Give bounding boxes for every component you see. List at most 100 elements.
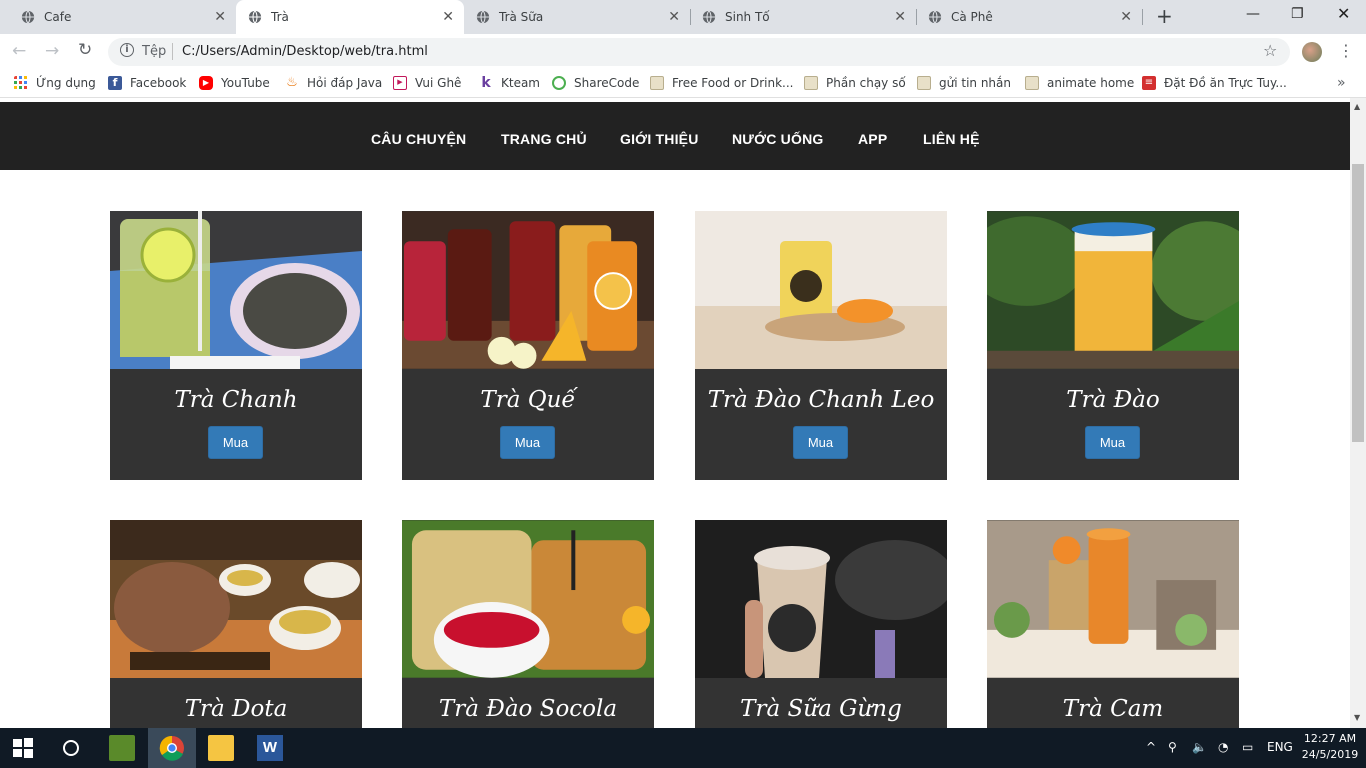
nav-gioi-thieu[interactable]: GIỚI THIỆU xyxy=(620,131,699,147)
back-button[interactable]: ← xyxy=(12,41,26,61)
product-photo xyxy=(695,211,947,369)
bookmark-label: Free Food or Drink... xyxy=(672,76,794,90)
product-name: Trà Chanh xyxy=(174,387,298,413)
restore-button[interactable]: ❐ xyxy=(1291,6,1304,22)
nav-lien-he[interactable]: LIÊN HỆ xyxy=(923,131,980,147)
clock-date: 24/5/2019 xyxy=(1301,748,1359,761)
bookmark-apps[interactable]: Ứng dụng xyxy=(14,76,96,90)
bookmark-label: YouTube xyxy=(221,76,270,90)
page-viewport: CÂU CHUYỆN TRANG CHỦ GIỚI THIỆU NƯỚC UỐN… xyxy=(0,98,1350,728)
scrollbar-thumb[interactable] xyxy=(1352,164,1364,442)
close-window-button[interactable]: ✕ xyxy=(1337,4,1350,23)
info-icon[interactable]: i xyxy=(120,43,134,57)
bookmark-label: Facebook xyxy=(130,76,187,90)
product-card-tra-que: Trà Quế Mua xyxy=(402,211,654,480)
nav-nuoc-uong[interactable]: NƯỚC UỐNG xyxy=(732,131,823,147)
close-icon[interactable]: ✕ xyxy=(214,9,226,25)
folder-icon xyxy=(804,76,818,90)
bookmark-phan-chay-so[interactable]: Phần chạy số xyxy=(804,76,906,90)
bookmark-star-icon[interactable]: ☆ xyxy=(1263,41,1277,60)
tab-title: Cafe xyxy=(44,10,72,24)
browser-menu-icon[interactable]: ⋮ xyxy=(1338,41,1354,60)
profile-avatar[interactable] xyxy=(1302,42,1322,62)
buy-button[interactable]: Mua xyxy=(1085,426,1140,459)
clock[interactable]: 12:27 AM 24/5/2019 xyxy=(1300,731,1360,763)
file-explorer-icon[interactable] xyxy=(208,735,234,761)
product-card-tra-chanh: Trà Chanh Mua xyxy=(110,211,362,480)
wifi-icon[interactable]: ◔ xyxy=(1218,740,1228,754)
java-icon: ♨ xyxy=(286,75,298,90)
bookmark-sharecode[interactable]: ShareCode xyxy=(552,76,639,90)
product-photo xyxy=(987,520,1239,678)
product-card-tra-dao-chanh-leo: Trà Đào Chanh Leo Mua xyxy=(695,211,947,480)
tab-title: Trà xyxy=(271,10,289,24)
close-icon[interactable]: ✕ xyxy=(1120,9,1132,25)
bookmark-animate-home[interactable]: animate home xyxy=(1025,76,1134,90)
tab-title: Sinh Tố xyxy=(725,10,770,24)
bookmark-youtube[interactable]: ▶ YouTube xyxy=(199,76,270,90)
product-card-tra-dao-socola: Trà Đào Socola xyxy=(402,520,654,728)
bookmarks-overflow-icon[interactable]: » xyxy=(1337,75,1346,91)
tab-sinh-to[interactable]: Sinh Tố ✕ xyxy=(690,0,916,34)
windows-start-icon[interactable] xyxy=(12,737,34,759)
bookmark-java[interactable]: ♨ Hỏi đáp Java xyxy=(285,75,382,91)
clock-time: 12:27 AM xyxy=(1303,732,1357,745)
kteam-icon: k xyxy=(481,75,491,91)
bookmark-gui-tin-nhan[interactable]: gửi tin nhắn xyxy=(917,76,1011,90)
bookmark-kteam[interactable]: k Kteam xyxy=(479,76,540,90)
bookmark-vui-ghe[interactable]: ▶ Vui Ghê xyxy=(393,76,461,90)
people-icon[interactable]: ⚲ xyxy=(1168,740,1177,754)
buy-button[interactable]: Mua xyxy=(500,426,555,459)
close-icon[interactable]: ✕ xyxy=(442,9,454,25)
bookmark-free-food[interactable]: Free Food or Drink... xyxy=(650,76,793,90)
folder-icon xyxy=(1025,76,1039,90)
scroll-down-icon[interactable]: ▼ xyxy=(1354,713,1360,722)
scroll-up-icon[interactable]: ▲ xyxy=(1354,102,1360,111)
product-card-tra-dota: Trà Dota xyxy=(110,520,362,728)
tab-tra-sua[interactable]: Trà Sữa ✕ xyxy=(464,0,690,34)
product-name: Trà Quế xyxy=(480,387,576,413)
bookmark-label: Vui Ghê xyxy=(415,76,462,90)
product-card-tra-sua-gung: Trà Sữa Gừng xyxy=(695,520,947,728)
search-circle-icon[interactable] xyxy=(60,737,82,759)
close-icon[interactable]: ✕ xyxy=(894,9,906,25)
language-indicator[interactable]: ENG xyxy=(1267,740,1293,754)
tab-tra[interactable]: Trà ✕ xyxy=(236,0,464,34)
forward-button[interactable]: → xyxy=(45,41,59,61)
chrome-icon[interactable] xyxy=(159,735,185,761)
reload-button[interactable]: ↻ xyxy=(78,40,92,60)
nav-app[interactable]: APP xyxy=(858,131,887,147)
minimize-button[interactable]: — xyxy=(1246,6,1260,22)
bookmark-dat-do-an[interactable]: ≡ Đặt Đồ ăn Trực Tuy... xyxy=(1142,76,1287,90)
notepad-plus-icon[interactable] xyxy=(109,735,135,761)
product-name: Trà Dota xyxy=(184,696,288,722)
buy-button[interactable]: Mua xyxy=(793,426,848,459)
volume-icon[interactable]: 🔈 xyxy=(1192,740,1207,754)
product-name: Trà Đào xyxy=(1066,387,1160,413)
nav-trang-chu[interactable]: TRANG CHỦ xyxy=(501,131,587,147)
product-name: Trà Sữa Gừng xyxy=(740,696,902,722)
buy-button[interactable]: Mua xyxy=(208,426,263,459)
bookmark-facebook[interactable]: f Facebook xyxy=(108,76,186,90)
site-navbar: CÂU CHUYỆN TRANG CHỦ GIỚI THIỆU NƯỚC UỐN… xyxy=(0,102,1350,170)
globe-icon xyxy=(928,10,942,24)
battery-icon[interactable]: ▭ xyxy=(1242,740,1253,754)
product-photo xyxy=(110,520,362,678)
close-icon[interactable]: ✕ xyxy=(668,9,680,25)
word-icon[interactable]: W xyxy=(257,735,283,761)
product-card-tra-cam: Trà Cam xyxy=(987,520,1239,728)
url-text[interactable]: C:/Users/Admin/Desktop/web/tra.html xyxy=(182,44,428,59)
globe-icon xyxy=(702,10,716,24)
tab-ca-phe[interactable]: Cà Phê ✕ xyxy=(916,0,1142,34)
bookmark-label: Kteam xyxy=(501,76,540,90)
product-name: Trà Đào Chanh Leo xyxy=(707,387,935,413)
sharecode-icon xyxy=(552,76,566,90)
play-icon: ▶ xyxy=(393,76,407,90)
tray-chevron-icon[interactable]: ^ xyxy=(1146,740,1156,754)
tab-cafe[interactable]: Cafe ✕ xyxy=(0,0,236,34)
youtube-icon: ▶ xyxy=(199,76,213,90)
bookmark-label: animate home xyxy=(1047,76,1135,90)
nav-cau-chuyen[interactable]: CÂU CHUYỆN xyxy=(371,131,466,147)
product-photo xyxy=(987,211,1239,369)
new-tab-button[interactable]: + xyxy=(1156,4,1173,28)
